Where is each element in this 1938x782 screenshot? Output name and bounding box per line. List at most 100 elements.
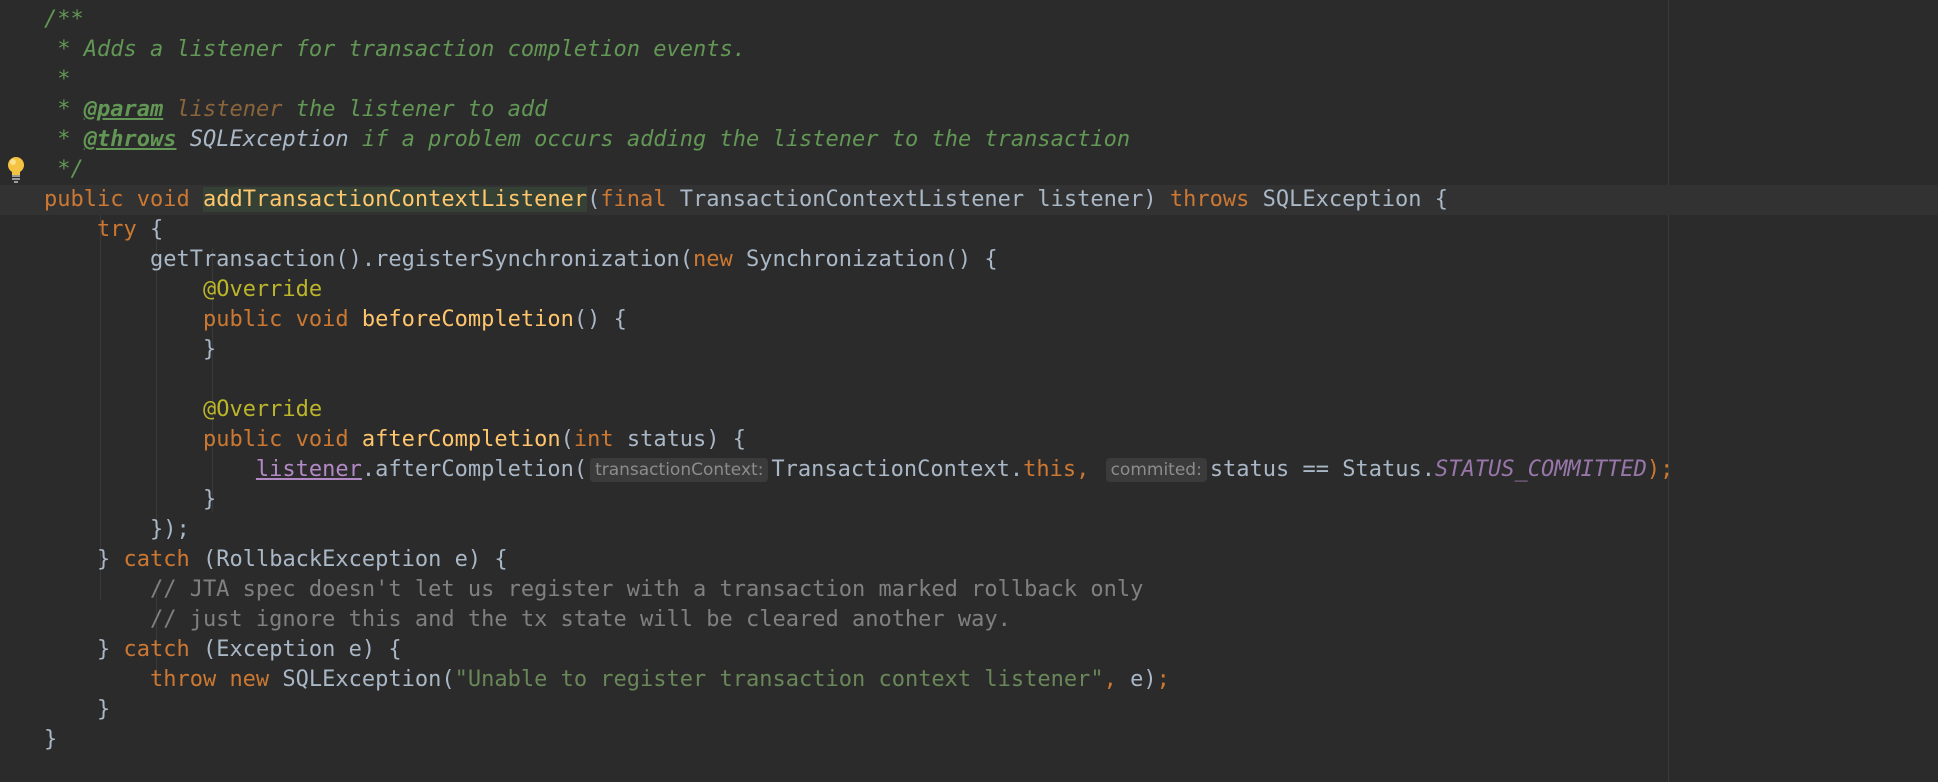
code-line-text: }: [44, 695, 110, 725]
code-token: }: [44, 637, 124, 662]
code-line-text: * @param listener the listener to add: [44, 95, 547, 125]
code-token: Synchronization() {: [746, 247, 998, 272]
parameter-hint: transactionContext:: [590, 458, 769, 482]
code-line[interactable]: * @param listener the listener to add: [0, 95, 1938, 125]
code-line-text: // just ignore this and the tx state wil…: [44, 605, 1011, 635]
code-token: .afterCompletion(: [361, 457, 588, 482]
code-token: @Override: [202, 277, 323, 302]
code-line-text: listener.afterCompletion(transactionCont…: [44, 455, 1673, 485]
code-line[interactable]: }: [0, 335, 1938, 365]
code-token: );: [1646, 457, 1674, 482]
code-token: listener: [255, 457, 362, 482]
code-line[interactable]: getTransaction().registerSynchronization…: [0, 245, 1938, 275]
parameter-hint: commited:: [1105, 458, 1207, 482]
code-token: {: [149, 217, 164, 242]
code-token: try: [96, 217, 150, 242]
code-token: *: [44, 67, 71, 92]
code-token: });: [44, 517, 190, 542]
code-line-text: * Adds a listener for transaction comple…: [44, 35, 746, 65]
code-line[interactable]: try {: [0, 215, 1938, 245]
code-token: @throws: [83, 127, 177, 152]
code-token: status) {: [626, 427, 747, 452]
code-token: status == Status.: [1209, 457, 1435, 482]
code-line-text: }: [44, 335, 216, 365]
code-line[interactable]: [0, 365, 1938, 395]
code-line[interactable]: listener.afterCompletion(transactionCont…: [0, 455, 1938, 485]
code-line[interactable]: * @throws SQLException if a problem occu…: [0, 125, 1938, 155]
code-token: SQLException {: [1262, 187, 1449, 212]
code-token: // just ignore this and the tx state wil…: [44, 607, 1011, 632]
code-line[interactable]: * Adds a listener for transaction comple…: [0, 35, 1938, 65]
code-line[interactable]: // JTA spec doesn't let us register with…: [0, 575, 1938, 605]
code-token: (RollbackException e) {: [202, 547, 508, 572]
code-token: if a problem occurs adding the listener …: [348, 127, 1131, 152]
code-token: public void: [202, 427, 362, 452]
code-token: *: [44, 97, 84, 122]
code-token: final: [600, 187, 680, 212]
code-token: the listener to add: [282, 97, 548, 122]
code-line-text: // JTA spec doesn't let us register with…: [44, 575, 1143, 605]
code-line[interactable]: // just ignore this and the tx state wil…: [0, 605, 1938, 635]
code-token: }: [44, 727, 58, 752]
code-token: public void: [44, 187, 203, 212]
code-token: public void: [202, 307, 362, 332]
code-token: *: [44, 127, 84, 152]
code-token: afterCompletion: [361, 427, 561, 452]
code-token: (: [587, 187, 601, 212]
code-line-text: }: [44, 725, 57, 755]
code-token: // JTA spec doesn't let us register with…: [44, 577, 1144, 602]
code-line[interactable]: @Override: [0, 275, 1938, 305]
code-token: }: [44, 487, 217, 512]
code-editor[interactable]: /** * Adds a listener for transaction co…: [0, 0, 1938, 782]
code-line[interactable]: @Override: [0, 395, 1938, 425]
code-line-text: throw new SQLException("Unable to regist…: [44, 665, 1170, 695]
code-token: throws: [1169, 187, 1263, 212]
code-line[interactable]: public void addTransactionContextListene…: [0, 185, 1938, 215]
code-line-text: *: [44, 65, 71, 95]
code-line[interactable]: */: [0, 155, 1938, 185]
code-token: ,: [1076, 457, 1103, 482]
code-line[interactable]: throw new SQLException("Unable to regist…: [0, 665, 1938, 695]
code-line[interactable]: } catch (RollbackException e) {: [0, 545, 1938, 575]
code-token: */: [44, 157, 84, 182]
code-line[interactable]: }: [0, 725, 1938, 755]
code-line-text: @Override: [44, 395, 322, 425]
code-token: listener: [176, 97, 283, 122]
code-line-text: public void afterCompletion(int status) …: [44, 425, 746, 455]
code-token: "Unable to register transaction context …: [454, 667, 1104, 692]
code-token: catch: [123, 547, 203, 572]
code-token: (Exception e) {: [202, 637, 402, 662]
code-token: ;: [1156, 667, 1170, 692]
code-line[interactable]: } catch (Exception e) {: [0, 635, 1938, 665]
code-line[interactable]: }: [0, 485, 1938, 515]
code-line-text: * @throws SQLException if a problem occu…: [44, 125, 1130, 155]
code-line[interactable]: public void afterCompletion(int status) …: [0, 425, 1938, 455]
code-token: @Override: [202, 397, 323, 422]
lightbulb-icon[interactable]: [4, 154, 28, 184]
code-token: addTransactionContextListener: [202, 187, 588, 212]
code-line[interactable]: /**: [0, 5, 1938, 35]
code-token: TransactionContext.: [771, 457, 1024, 482]
code-line-text: */: [44, 155, 84, 185]
code-token: TransactionContextListener listener): [679, 187, 1170, 212]
code-token: }: [44, 547, 124, 572]
code-token: STATUS_COMMITTED: [1434, 457, 1647, 482]
code-token: int: [573, 427, 627, 452]
code-line[interactable]: *: [0, 65, 1938, 95]
code-line-text: public void beforeCompletion() {: [44, 305, 627, 335]
code-line[interactable]: });: [0, 515, 1938, 545]
code-token: }: [44, 697, 111, 722]
code-line-text: public void addTransactionContextListene…: [44, 185, 1448, 215]
code-line[interactable]: public void beforeCompletion() {: [0, 305, 1938, 335]
code-token: this: [1023, 457, 1077, 482]
code-line-text: /**: [44, 5, 84, 35]
code-line[interactable]: }: [0, 695, 1938, 725]
code-token: * Adds a listener for transaction comple…: [44, 37, 746, 62]
